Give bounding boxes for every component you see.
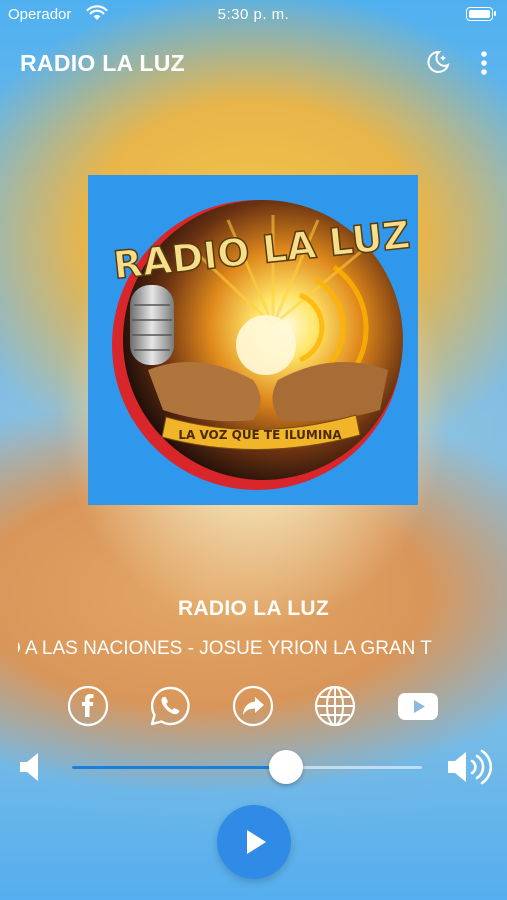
- website-button[interactable]: [313, 684, 357, 728]
- more-options-button[interactable]: [472, 48, 496, 78]
- logo-slogan-text: LA VOZ QUE TE ILUMINA: [178, 428, 342, 442]
- volume-slider[interactable]: [72, 750, 422, 784]
- volume-controls: [0, 745, 507, 789]
- battery-icon: [466, 7, 496, 21]
- whatsapp-icon: [148, 684, 192, 728]
- volume-high-icon[interactable]: [446, 749, 492, 790]
- play-button[interactable]: [217, 805, 291, 879]
- globe-icon: [313, 684, 357, 728]
- youtube-icon: [396, 684, 440, 728]
- night-mode-icon: [422, 50, 454, 82]
- night-mode-button[interactable]: [422, 46, 454, 78]
- station-name: RADIO LA LUZ: [178, 597, 329, 620]
- volume-low-icon[interactable]: [18, 751, 44, 788]
- app-title: RADIO LA LUZ: [20, 50, 186, 76]
- radio-logo: RADIO LA LUZ LA VOZ QUE TE ILUMINA: [110, 200, 413, 490]
- status-bar: Operador 5:30 p. m.: [0, 0, 507, 30]
- facebook-icon: [66, 684, 110, 728]
- facebook-button[interactable]: [66, 684, 110, 728]
- more-vert-icon: [472, 51, 496, 82]
- app-bar: RADIO LA LUZ: [0, 44, 507, 84]
- track-title: O A LAS NACIONES - JOSUE YRION LA GRAN T: [18, 638, 432, 659]
- share-button[interactable]: [231, 684, 275, 728]
- volume-slider-fill: [72, 766, 286, 769]
- station-artwork: RADIO LA LUZ LA VOZ QUE TE ILUMINA: [88, 175, 418, 505]
- social-links: [0, 684, 507, 728]
- youtube-button[interactable]: [396, 684, 440, 728]
- volume-slider-thumb[interactable]: [268, 750, 303, 784]
- status-time: 5:30 p. m.: [217, 6, 290, 23]
- whatsapp-button[interactable]: [148, 684, 192, 728]
- share-icon: [231, 684, 275, 728]
- track-marquee: O A LAS NACIONES - JOSUE YRION LA GRAN T: [18, 636, 489, 664]
